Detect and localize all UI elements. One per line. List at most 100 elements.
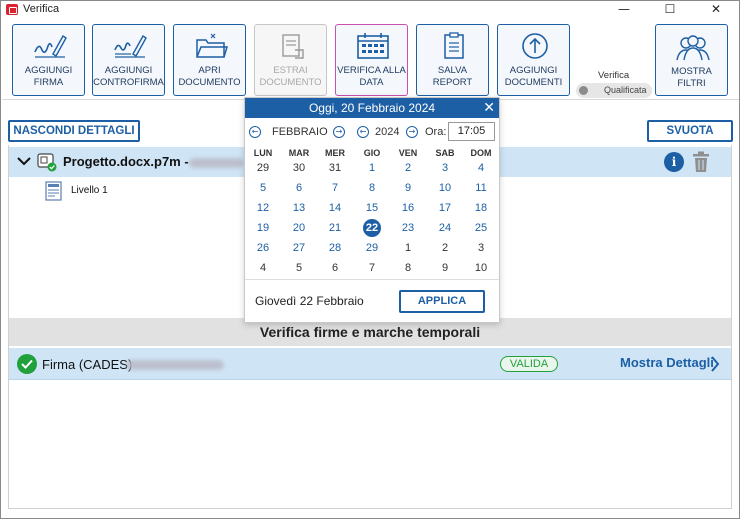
calendar-day[interactable]: 1 xyxy=(354,159,390,177)
hide-details-button[interactable]: NASCONDI DETTAGLI xyxy=(8,120,140,142)
info-icon[interactable]: i xyxy=(664,152,684,172)
year-label: 2024 xyxy=(375,126,400,138)
status-badge: VALIDA xyxy=(500,356,558,372)
calendar-day[interactable]: 13 xyxy=(281,199,317,217)
apply-button[interactable]: APPLICA xyxy=(399,290,485,313)
calendar-day[interactable]: 19 xyxy=(245,219,281,237)
countersignature-pen-icon xyxy=(114,34,147,58)
close-window-button[interactable]: ✕ xyxy=(693,1,739,18)
clear-button[interactable]: SVUOTA xyxy=(647,120,733,142)
calendar-day[interactable]: 20 xyxy=(281,219,317,237)
calendar-day[interactable]: 11 xyxy=(463,179,499,197)
upload-arrow-icon xyxy=(522,33,548,59)
calendar-day[interactable]: 9 xyxy=(390,179,426,197)
calendar-day[interactable]: 28 xyxy=(317,239,353,257)
calendar-day[interactable]: 4 xyxy=(463,159,499,177)
calendar-day[interactable]: 15 xyxy=(354,199,390,217)
add-documents-button[interactable]: AGGIUNGI DOCUMENTI xyxy=(497,24,570,96)
toggle-knob xyxy=(579,86,588,95)
calendar-day[interactable]: 16 xyxy=(390,199,426,217)
date-picker-popup: Oggi, 20 Febbraio 2024 ✕ ← FEBBRAIO → ← … xyxy=(244,97,500,323)
main-window: Verifica — ☐ ✕ AGGIUNGI FIRMA AGGIUNGI C… xyxy=(0,0,740,519)
chevron-right-icon[interactable] xyxy=(710,356,720,372)
minimize-button[interactable]: — xyxy=(601,1,647,18)
verification-mode-label: Verifica xyxy=(598,70,630,81)
calendar-day[interactable]: 27 xyxy=(281,239,317,257)
calendar-day[interactable]: 4 xyxy=(245,259,281,277)
redacted-signer-name xyxy=(189,158,244,168)
calendar-day[interactable]: 2 xyxy=(390,159,426,177)
close-icon[interactable]: ✕ xyxy=(483,98,495,118)
save-report-button[interactable]: SALVA REPORT xyxy=(416,24,489,96)
calendar-day[interactable]: 12 xyxy=(245,199,281,217)
calendar-day[interactable]: 2 xyxy=(427,239,463,257)
weekday-header: MER xyxy=(325,148,345,158)
calendar-day[interactable]: 14 xyxy=(317,199,353,217)
show-details-link[interactable]: Mostra Dettagli xyxy=(620,355,714,370)
qualified-toggle[interactable]: Qualificata xyxy=(576,83,652,98)
file-name: Progetto.docx.p7m - xyxy=(63,154,189,169)
calendar-day[interactable]: 18 xyxy=(463,199,499,217)
add-signature-button[interactable]: AGGIUNGI FIRMA xyxy=(12,24,85,96)
trash-icon[interactable] xyxy=(692,151,710,173)
prev-month-button[interactable]: ← xyxy=(249,126,261,138)
calendar-day[interactable]: 7 xyxy=(354,259,390,277)
extract-document-button[interactable]: ESTRAI DOCUMENTO xyxy=(254,24,327,96)
time-input[interactable]: 17:05 xyxy=(448,122,495,141)
chevron-down-icon[interactable] xyxy=(17,154,31,168)
calendar-day[interactable]: 24 xyxy=(427,219,463,237)
verify-at-date-button[interactable]: VERIFICA ALLA DATA xyxy=(335,24,408,96)
calendar-day[interactable]: 7 xyxy=(317,179,353,197)
signature-pen-icon xyxy=(34,34,67,58)
calendar-day[interactable]: 21 xyxy=(317,219,353,237)
calendar-day[interactable]: 6 xyxy=(281,179,317,197)
open-document-button[interactable]: APRI DOCUMENTO xyxy=(173,24,246,96)
verify-at-date-label: VERIFICA ALLA DATA xyxy=(337,65,406,88)
weekday-header: DOM xyxy=(470,148,492,158)
add-countersignature-label: AGGIUNGI CONTROFIRMA xyxy=(93,65,164,88)
maximize-button[interactable]: ☐ xyxy=(647,1,693,18)
signature-row[interactable]: Firma (CADES) VALIDA Mostra Dettagli xyxy=(9,348,731,380)
calendar-day[interactable]: 5 xyxy=(245,179,281,197)
calendar-day[interactable]: 3 xyxy=(427,159,463,177)
redacted-signer-name xyxy=(126,360,224,370)
calendar-day[interactable]: 6 xyxy=(317,259,353,277)
calendar-day[interactable]: 10 xyxy=(427,179,463,197)
calendar-day[interactable]: 17 xyxy=(427,199,463,217)
open-document-label: APRI DOCUMENTO xyxy=(178,65,241,88)
calendar-day[interactable]: 26 xyxy=(245,239,281,257)
users-filter-icon xyxy=(676,35,710,61)
save-report-label: SALVA REPORT xyxy=(432,65,473,88)
calendar-icon xyxy=(357,33,389,59)
add-countersignature-button[interactable]: AGGIUNGI CONTROFIRMA xyxy=(92,24,165,96)
calendar-day[interactable]: 10 xyxy=(463,259,499,277)
calendar-day[interactable]: 30 xyxy=(281,159,317,177)
show-filters-button[interactable]: MOSTRA FILTRI xyxy=(655,24,728,96)
calendar-day[interactable]: 5 xyxy=(281,259,317,277)
calendar-day[interactable]: 9 xyxy=(427,259,463,277)
calendar-day[interactable]: 29 xyxy=(245,159,281,177)
next-month-button[interactable]: → xyxy=(333,126,345,138)
calendar-day[interactable]: 31 xyxy=(317,159,353,177)
calendar-day-selected[interactable]: 22 xyxy=(354,219,390,237)
level-label: Livello 1 xyxy=(71,185,108,196)
next-year-button[interactable]: → xyxy=(406,126,418,138)
prev-year-button[interactable]: ← xyxy=(357,126,369,138)
window-title: Verifica xyxy=(23,3,60,15)
calendar-day[interactable]: 25 xyxy=(463,219,499,237)
extract-document-label: ESTRAI DOCUMENTO xyxy=(259,65,322,88)
report-icon xyxy=(444,32,464,59)
calendar-day[interactable]: 1 xyxy=(390,239,426,257)
calendar-day[interactable]: 23 xyxy=(390,219,426,237)
selected-day-number: 22 xyxy=(363,219,381,237)
today-label: Oggi, 20 Febbraio 2024 xyxy=(308,101,436,115)
date-picker-divider xyxy=(245,279,499,280)
calendar-day[interactable]: 8 xyxy=(390,259,426,277)
calendar-day[interactable]: 3 xyxy=(463,239,499,257)
calendar-day[interactable]: 8 xyxy=(354,179,390,197)
weekday-header: LUN xyxy=(253,148,273,158)
calendar-day[interactable]: 29 xyxy=(354,239,390,257)
open-folder-icon xyxy=(196,33,228,58)
weekday-header: VEN xyxy=(398,148,418,158)
signature-label: Firma (CADES) xyxy=(42,357,133,372)
